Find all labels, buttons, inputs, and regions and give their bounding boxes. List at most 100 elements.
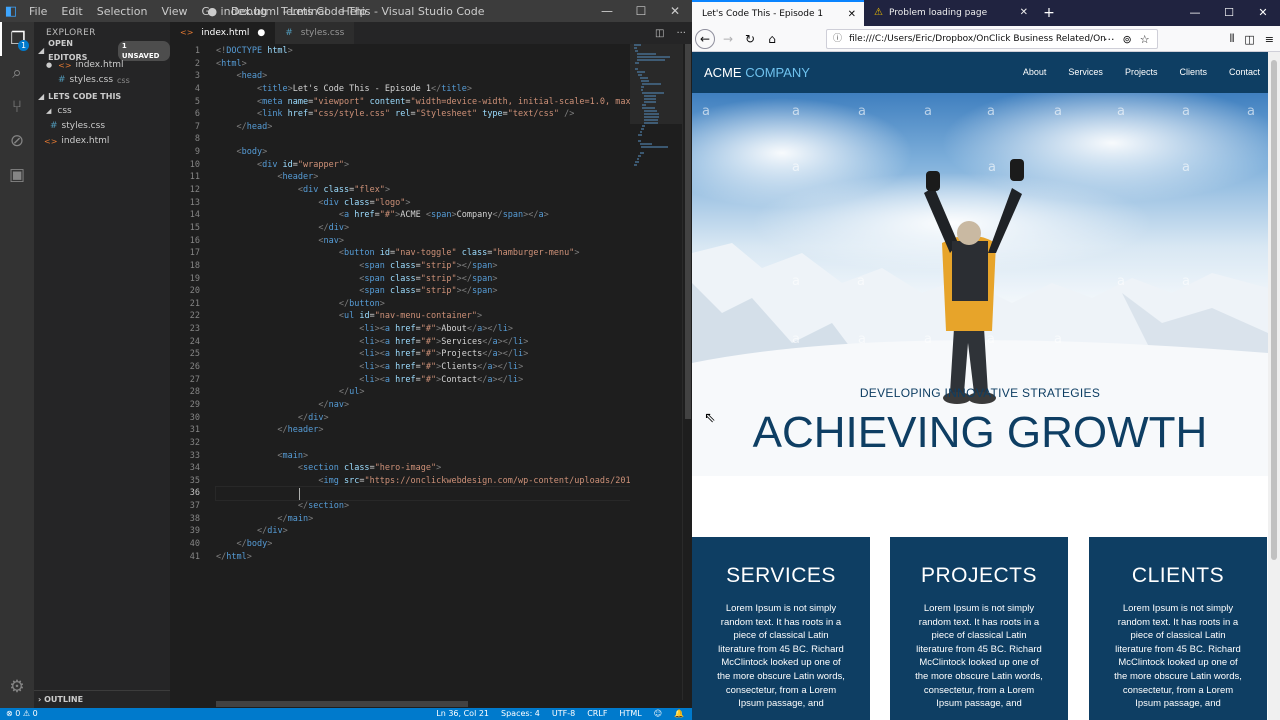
feedback-icon[interactable]: ☺: [654, 708, 662, 720]
menu-view[interactable]: View: [154, 5, 194, 18]
nav-services[interactable]: Services: [1068, 52, 1103, 93]
code-line[interactable]: [216, 437, 630, 450]
code-line[interactable]: <button id="nav-toggle" class="hamburger…: [216, 247, 630, 260]
code-line[interactable]: [215, 486, 630, 502]
code-line[interactable]: <li><a href="#">Projects</a></li>: [216, 348, 630, 361]
code-line[interactable]: </head>: [216, 121, 630, 134]
sidebar-icon[interactable]: ◫: [1244, 33, 1254, 46]
maximize-icon[interactable]: ☐: [624, 0, 658, 22]
indentation[interactable]: Spaces: 4: [501, 708, 540, 720]
pocket-icon[interactable]: ⊚: [1123, 33, 1132, 46]
project-section[interactable]: ◢ LETS CODE THIS: [34, 90, 170, 104]
extensions-icon[interactable]: ▣: [0, 158, 34, 192]
menu-terminal[interactable]: Terminal: [274, 5, 335, 18]
code-line[interactable]: <li><a href="#">Clients</a></li>: [216, 361, 630, 374]
nav-projects[interactable]: Projects: [1125, 52, 1158, 93]
code-line[interactable]: </div>: [216, 222, 630, 235]
code-line[interactable]: </header>: [216, 424, 630, 437]
code-line[interactable]: <img src="https://onclickwebdesign.com/w…: [216, 475, 630, 488]
code-line[interactable]: <span class="strip"></span>: [216, 260, 630, 273]
close-icon[interactable]: ✕: [658, 0, 692, 22]
code-line[interactable]: <span class="strip"></span>: [216, 285, 630, 298]
nav-about[interactable]: About: [1023, 52, 1047, 93]
code-editor[interactable]: 1 2 3 4 5 6 7 8 9 10 11 12 13 14 15 16 17 18 19 20 21 22 23 24 2…: [170, 44, 630, 700]
info-icon[interactable]: ⓘ: [833, 30, 842, 48]
unsaved-dot-icon[interactable]: ●: [46, 58, 52, 73]
bell-icon[interactable]: 🔔: [674, 708, 684, 720]
hamburger-menu-icon[interactable]: ≡: [1265, 33, 1274, 46]
language-mode[interactable]: HTML: [619, 708, 641, 720]
problems-indicator[interactable]: ⊗ 0 ⚠ 0: [6, 708, 38, 720]
library-icon[interactable]: ⫴: [1230, 32, 1235, 46]
code-line[interactable]: [216, 133, 630, 146]
more-actions-icon[interactable]: ···: [676, 28, 686, 39]
folder-item[interactable]: ◢ css: [34, 104, 170, 119]
code-line[interactable]: <meta name="viewport" content="width=dev…: [216, 96, 630, 109]
code-line[interactable]: <ul id="nav-menu-container">: [216, 310, 630, 323]
scrollbar-thumb[interactable]: [1271, 60, 1277, 560]
nav-contact[interactable]: Contact: [1229, 52, 1260, 93]
minimize-icon[interactable]: —: [1178, 0, 1212, 26]
nav-clients[interactable]: Clients: [1179, 52, 1207, 93]
code-line[interactable]: <header>: [216, 171, 630, 184]
close-icon[interactable]: ✕: [1246, 0, 1280, 26]
tab-styles-css[interactable]: # styles.css: [275, 22, 355, 44]
code-line[interactable]: <div id="wrapper">: [216, 159, 630, 172]
open-editors-section[interactable]: ◢ OPEN EDITORS 1 UNSAVED: [34, 39, 170, 62]
code-line[interactable]: <li><a href="#">Services</a></li>: [216, 336, 630, 349]
code-line[interactable]: <!DOCTYPE html>: [216, 45, 630, 58]
code-line[interactable]: </section>: [216, 500, 630, 513]
browser-tab-active[interactable]: Let's Code This - Episode 1 ✕: [692, 0, 864, 26]
file-item[interactable]: <> index.html: [34, 134, 170, 149]
code-line[interactable]: </button>: [216, 298, 630, 311]
open-editor-item[interactable]: # styles.css css: [34, 73, 170, 88]
source-control-icon[interactable]: ⑂: [0, 90, 34, 124]
code-line[interactable]: <title>Let's Code This - Episode 1</titl…: [216, 83, 630, 96]
code-line[interactable]: <div class="flex">: [216, 184, 630, 197]
code-line[interactable]: <span class="strip"></span>: [216, 273, 630, 286]
split-editor-icon[interactable]: ◫: [655, 28, 664, 39]
code-line[interactable]: </ul>: [216, 386, 630, 399]
browser-tab[interactable]: ⚠ Problem loading page ✕: [864, 0, 1036, 26]
code-line[interactable]: <head>: [216, 70, 630, 83]
code-line[interactable]: </main>: [216, 513, 630, 526]
site-logo[interactable]: ACME COMPANY: [704, 52, 810, 93]
cursor-position[interactable]: Ln 36, Col 21: [436, 708, 489, 720]
editor-scrollbar[interactable]: [682, 44, 692, 700]
code-line[interactable]: <nav>: [216, 235, 630, 248]
unsaved-dot-icon[interactable]: ●: [257, 22, 265, 44]
menu-edit[interactable]: Edit: [54, 5, 89, 18]
code-line[interactable]: </div>: [216, 412, 630, 425]
editor-horizontal-scrollbar[interactable]: [216, 701, 468, 707]
outline-section[interactable]: › OUTLINE: [34, 690, 170, 708]
code-line[interactable]: <div class="logo">: [216, 197, 630, 210]
new-tab-icon[interactable]: +: [1036, 0, 1062, 26]
reload-icon[interactable]: ↻: [739, 32, 761, 46]
code-line[interactable]: <html>: [216, 58, 630, 71]
debug-icon[interactable]: ⊘: [0, 124, 34, 158]
code-line[interactable]: <section class="hero-image">: [216, 462, 630, 475]
code-line[interactable]: </nav>: [216, 399, 630, 412]
code-line[interactable]: </div>: [216, 525, 630, 538]
code-line[interactable]: <li><a href="#">Contact</a></li>: [216, 374, 630, 387]
menu-selection[interactable]: Selection: [90, 5, 155, 18]
menu-go[interactable]: Go: [195, 5, 224, 18]
code-content[interactable]: <!DOCTYPE html> <html> <head> <title>Let'…: [215, 45, 630, 564]
menu-debug[interactable]: Debug: [224, 5, 274, 18]
code-line[interactable]: </html>: [216, 551, 630, 564]
search-icon[interactable]: ⌕: [0, 56, 34, 90]
page-actions-icon[interactable]: ···: [1104, 33, 1115, 46]
maximize-icon[interactable]: ☐: [1212, 0, 1246, 26]
menu-file[interactable]: File: [22, 5, 54, 18]
encoding[interactable]: UTF-8: [552, 708, 575, 720]
code-line[interactable]: <link href="css/style.css" rel="Styleshe…: [216, 108, 630, 121]
minimap[interactable]: [630, 44, 682, 700]
close-tab-icon[interactable]: ✕: [848, 2, 856, 28]
gear-icon[interactable]: ⚙: [0, 670, 34, 704]
tab-index-html[interactable]: <> index.html ●: [170, 22, 276, 44]
line-ending[interactable]: CRLF: [587, 708, 607, 720]
code-line[interactable]: <main>: [216, 450, 630, 463]
page-scrollbar[interactable]: [1268, 52, 1280, 720]
minimize-icon[interactable]: —: [590, 0, 624, 22]
home-icon[interactable]: ⌂: [761, 32, 783, 46]
